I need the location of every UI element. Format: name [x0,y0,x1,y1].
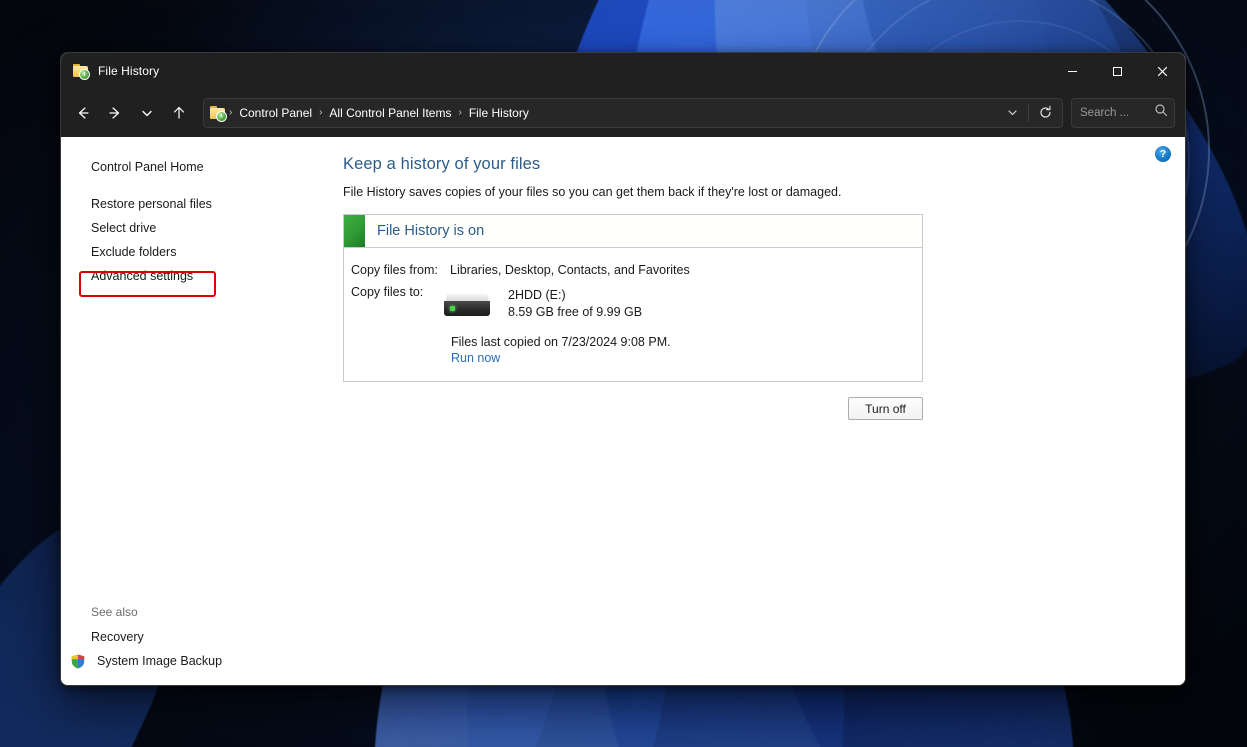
breadcrumb-control-panel[interactable]: Control Panel [233,103,318,123]
search-box[interactable] [1071,98,1175,128]
breadcrumb-file-history[interactable]: File History [463,103,535,123]
run-now-link[interactable]: Run now [344,351,500,365]
window-body: Control Panel Home Restore personal file… [61,137,1185,686]
sidebar-item-select-drive[interactable]: Select drive [61,216,287,240]
copy-files-from-label: Copy files from: [344,263,450,277]
help-icon[interactable]: ? [1155,146,1171,162]
maximize-button[interactable] [1095,53,1140,89]
status-body: Copy files from: Libraries, Desktop, Con… [344,248,922,381]
drive-capacity: 8.59 GB free of 9.99 GB [508,304,642,321]
toolbar-divider [1028,104,1029,122]
status-indicator-swatch [344,215,365,247]
window-title: File History [98,64,159,78]
file-history-icon [73,63,89,79]
copy-files-from-value: Libraries, Desktop, Contacts, and Favori… [450,263,690,277]
back-button[interactable] [67,97,99,129]
see-also-item-system-image-backup[interactable]: System Image Backup [61,649,287,673]
status-header: File History is on [344,215,922,248]
page-title: Keep a history of your files [343,155,1163,174]
breadcrumb-all-control-panel-items[interactable]: All Control Panel Items [323,103,457,123]
file-history-window: File History [60,52,1186,686]
last-copied-text: Files last copied on 7/23/2024 9:08 PM. [344,335,922,349]
sidebar-item-advanced-settings[interactable]: Advanced settings [61,264,287,288]
file-history-icon [210,105,226,121]
search-input[interactable] [1080,107,1154,119]
sidebar-item-exclude-folders[interactable]: Exclude folders [61,240,287,264]
title-bar[interactable]: File History [61,53,1185,89]
drive-name: 2HDD (E:) [508,287,642,304]
recent-locations-button[interactable] [131,97,163,129]
page-subtitle: File History saves copies of your files … [343,185,1163,199]
copy-files-to-label: Copy files to: [344,285,450,299]
uac-shield-icon [71,654,85,669]
search-icon[interactable] [1154,103,1168,122]
status-title: File History is on [365,223,484,239]
forward-button[interactable] [99,97,131,129]
main-content: ? Keep a history of your files File Hist… [287,137,1185,686]
copy-files-from-row: Copy files from: Libraries, Desktop, Con… [344,263,922,277]
refresh-icon[interactable] [1032,100,1058,126]
up-button[interactable] [163,97,195,129]
sidebar-item-control-panel-home[interactable]: Control Panel Home [61,155,287,179]
address-history-dropdown-icon[interactable] [999,100,1025,126]
action-button-row: Turn off [343,397,923,420]
status-panel: File History is on Copy files from: Libr… [343,214,923,382]
external-hard-drive-icon [444,291,490,318]
close-button[interactable] [1140,53,1185,89]
see-also-label: Recovery [91,629,144,645]
turn-off-button[interactable]: Turn off [848,397,923,420]
see-also-section: See also Recovery System Image [61,605,287,673]
sidebar: Control Panel Home Restore personal file… [61,137,287,686]
sidebar-item-restore-personal-files[interactable]: Restore personal files [61,192,287,216]
see-also-item-recovery[interactable]: Recovery [61,625,287,649]
minimize-button[interactable] [1050,53,1095,89]
address-bar[interactable]: › Control Panel › All Control Panel Item… [203,98,1063,128]
see-also-label: System Image Backup [97,653,222,669]
window-controls [1050,53,1185,89]
see-also-title: See also [61,605,287,625]
navigation-toolbar: › Control Panel › All Control Panel Item… [61,89,1185,137]
